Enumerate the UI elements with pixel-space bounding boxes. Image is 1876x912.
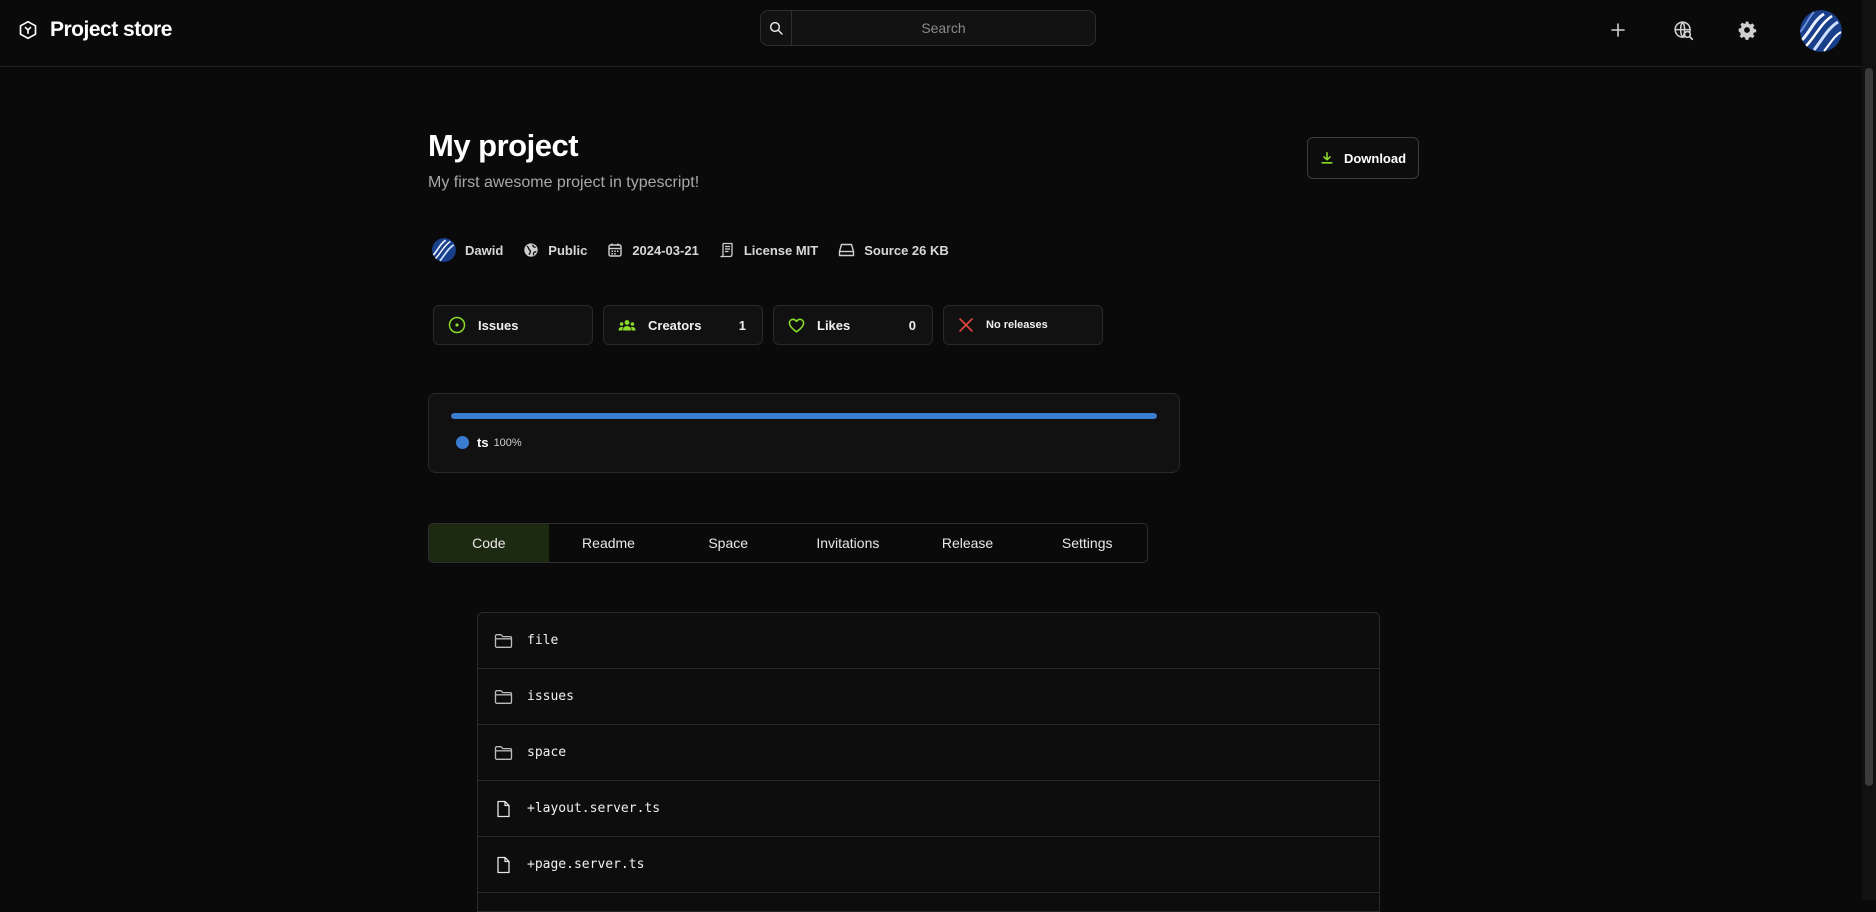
language-percent: 100% [493,436,522,449]
source-size-label: Source 26 KB [864,242,949,258]
author-avatar [432,238,456,262]
meta-date: 2024-03-21 [607,242,699,258]
project-tabs: Code Readme Space Invitations Release Se… [428,523,1148,563]
user-avatar[interactable] [1800,10,1842,52]
tab-readme[interactable]: Readme [549,524,669,562]
file-list: file issues space +layout.server.ts +pag… [477,612,1380,912]
globe-icon [523,242,539,258]
date-label: 2024-03-21 [632,242,699,258]
meta-license[interactable]: License MIT [719,242,818,258]
likes-stat-button[interactable]: Likes 0 [773,305,933,345]
author-name: Dawid [465,242,504,258]
file-icon [494,800,513,818]
scrollbar[interactable] [1862,0,1876,900]
creators-stat-button[interactable]: Creators 1 [603,305,763,345]
hard-drive-icon [838,242,855,258]
file-row[interactable]: +layout.server.ts [478,781,1379,837]
file-row[interactable]: +page.server.ts [478,837,1379,893]
file-row[interactable]: space [478,725,1379,781]
tab-settings[interactable]: Settings [1027,524,1147,562]
releases-stat[interactable]: No releases [943,305,1103,345]
language-breakdown: ts 100% [428,393,1180,473]
close-x-icon [958,317,974,333]
meta-source-size: Source 26 KB [838,242,949,258]
heart-icon [788,318,805,333]
folder-icon [494,745,513,761]
language-legend-item: ts 100% [456,435,522,450]
settings-button[interactable] [1736,19,1758,41]
meta-author[interactable]: Dawid [432,238,503,262]
language-bar [451,413,1157,419]
creators-label: Creators [648,317,702,333]
explore-button[interactable] [1672,19,1694,41]
tab-release[interactable]: Release [908,524,1028,562]
folder-icon [494,633,513,649]
add-project-button[interactable] [1607,19,1629,41]
file-name: +page.server.ts [527,857,645,872]
likes-count: 0 [908,317,916,333]
calendar-icon [607,242,623,258]
meta-visibility: Public [523,242,587,258]
search-button[interactable] [761,11,792,45]
download-button[interactable]: Download [1307,137,1419,179]
brand-name: Project store [50,18,172,41]
likes-label: Likes [817,317,851,333]
language-name: ts [477,435,489,450]
releases-label: No releases [986,319,1048,331]
search-icon [768,20,784,36]
plus-icon [1610,22,1626,38]
globe-search-icon [1673,20,1694,41]
issues-stat-button[interactable]: Issues [433,305,593,345]
project-meta: Dawid Public 2024-03-21 License MIT Sour… [432,238,969,262]
language-bar-fill-ts [451,413,1157,419]
file-name: +layout.server.ts [527,801,661,816]
file-row[interactable]: file [478,613,1379,669]
hexagon-logo-icon [18,20,38,40]
file-name: file [527,633,559,648]
brand-link[interactable]: Project store [18,17,172,43]
creators-count: 1 [738,317,746,333]
scrollbar-thumb[interactable] [1865,68,1873,786]
search-bar [760,10,1096,46]
file-name: issues [527,689,574,704]
tab-code[interactable]: Code [429,524,549,562]
license-label: License MIT [743,242,819,258]
language-color-dot [456,436,469,449]
issues-label: Issues [478,317,519,333]
file-name: space [527,745,567,760]
file-icon [494,856,513,874]
download-icon [1320,151,1334,165]
top-bar: Project store [0,0,1876,67]
tab-space[interactable]: Space [668,524,788,562]
license-scroll-icon [719,242,735,258]
gear-icon [1737,20,1757,40]
folder-icon [494,689,513,705]
users-group-icon [618,318,636,332]
tab-invitations[interactable]: Invitations [788,524,908,562]
visibility-label: Public [548,242,588,258]
issue-circle-icon [448,316,466,334]
file-row[interactable]: issues [478,669,1379,725]
download-label: Download [1343,150,1407,166]
project-description: My first awesome project in typescript! [428,174,700,191]
project-title: My project [428,128,579,163]
search-input[interactable] [792,11,1095,45]
